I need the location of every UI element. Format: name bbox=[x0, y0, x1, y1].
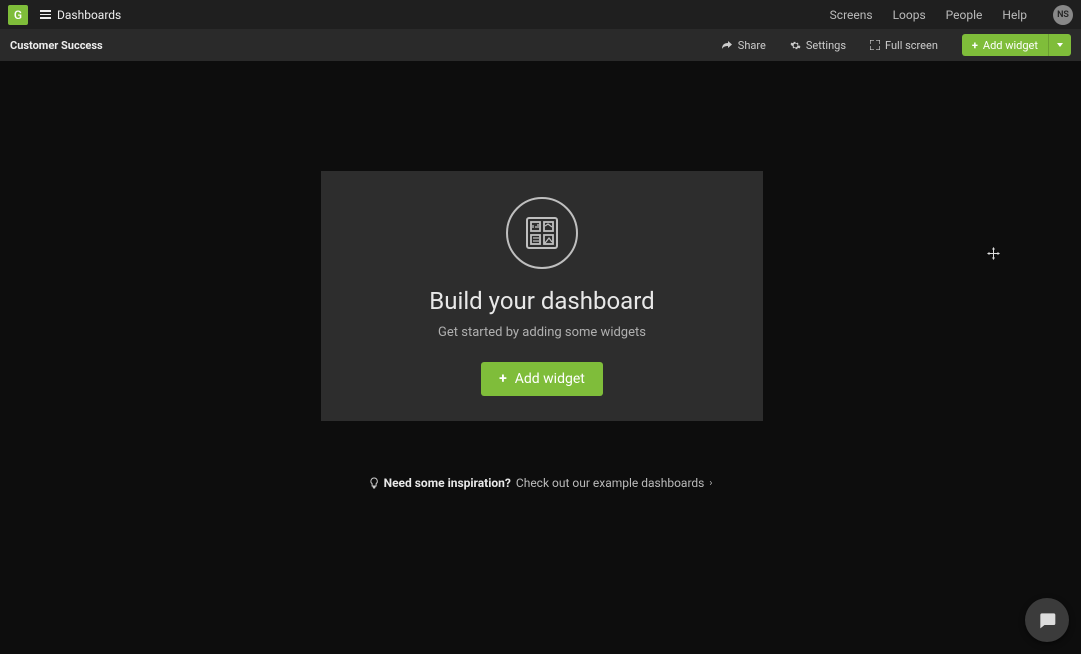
share-icon bbox=[721, 40, 733, 50]
add-widget-dropdown[interactable] bbox=[1048, 34, 1071, 56]
app-logo[interactable]: G bbox=[8, 5, 28, 25]
fullscreen-label: Full screen bbox=[885, 39, 938, 52]
fullscreen-icon bbox=[870, 40, 880, 50]
inspiration-bold: Need some inspiration? bbox=[384, 476, 511, 490]
dashboard-toolbar: Customer Success Share Settings Full scr… bbox=[0, 29, 1081, 61]
lightbulb-icon bbox=[369, 477, 379, 489]
chevron-down-icon bbox=[1057, 43, 1063, 47]
add-widget-button-top[interactable]: + Add widget bbox=[962, 34, 1071, 56]
gear-icon bbox=[790, 40, 801, 51]
share-label: Share bbox=[738, 39, 766, 52]
dashboards-menu[interactable]: Dashboards bbox=[40, 8, 121, 22]
inspiration-link[interactable]: Need some inspiration? Check out our exa… bbox=[369, 476, 713, 490]
dashboard-canvas: Build your dashboard Get started by addi… bbox=[0, 61, 1081, 654]
dashboard-title: Customer Success bbox=[10, 39, 103, 52]
add-widget-label: Add widget bbox=[983, 39, 1038, 52]
chat-icon bbox=[1037, 610, 1057, 630]
avatar[interactable]: NS bbox=[1053, 5, 1073, 25]
nav-link-help[interactable]: Help bbox=[1002, 8, 1027, 22]
chat-launcher[interactable] bbox=[1025, 598, 1069, 642]
toolbar-actions: Share Settings Full screen + Add widget bbox=[721, 34, 1071, 56]
inspiration-light: Check out our example dashboards bbox=[516, 476, 704, 490]
empty-state-subtitle: Get started by adding some widgets bbox=[438, 325, 646, 340]
fullscreen-button[interactable]: Full screen bbox=[870, 39, 938, 52]
plus-icon: + bbox=[972, 40, 978, 51]
settings-label: Settings bbox=[806, 39, 846, 52]
empty-state-card: Build your dashboard Get started by addi… bbox=[321, 171, 763, 421]
dashboard-icon bbox=[506, 197, 578, 269]
plus-icon: + bbox=[499, 372, 507, 386]
empty-state-title: Build your dashboard bbox=[429, 287, 654, 315]
chevron-right-icon: › bbox=[709, 478, 712, 489]
hamburger-icon bbox=[40, 10, 51, 19]
top-nav: G Dashboards Screens Loops People Help N… bbox=[0, 0, 1081, 29]
settings-button[interactable]: Settings bbox=[790, 39, 846, 52]
dashboards-label: Dashboards bbox=[57, 8, 121, 22]
nav-links: Screens Loops People Help NS bbox=[830, 5, 1073, 25]
add-widget-main[interactable]: + Add widget bbox=[962, 39, 1048, 52]
nav-link-people[interactable]: People bbox=[946, 8, 983, 22]
add-widget-center-label: Add widget bbox=[515, 371, 585, 387]
nav-link-loops[interactable]: Loops bbox=[893, 8, 926, 22]
nav-link-screens[interactable]: Screens bbox=[830, 8, 873, 22]
add-widget-button-center[interactable]: + Add widget bbox=[481, 362, 603, 396]
move-cursor-icon bbox=[987, 247, 1000, 263]
share-button[interactable]: Share bbox=[721, 39, 766, 52]
